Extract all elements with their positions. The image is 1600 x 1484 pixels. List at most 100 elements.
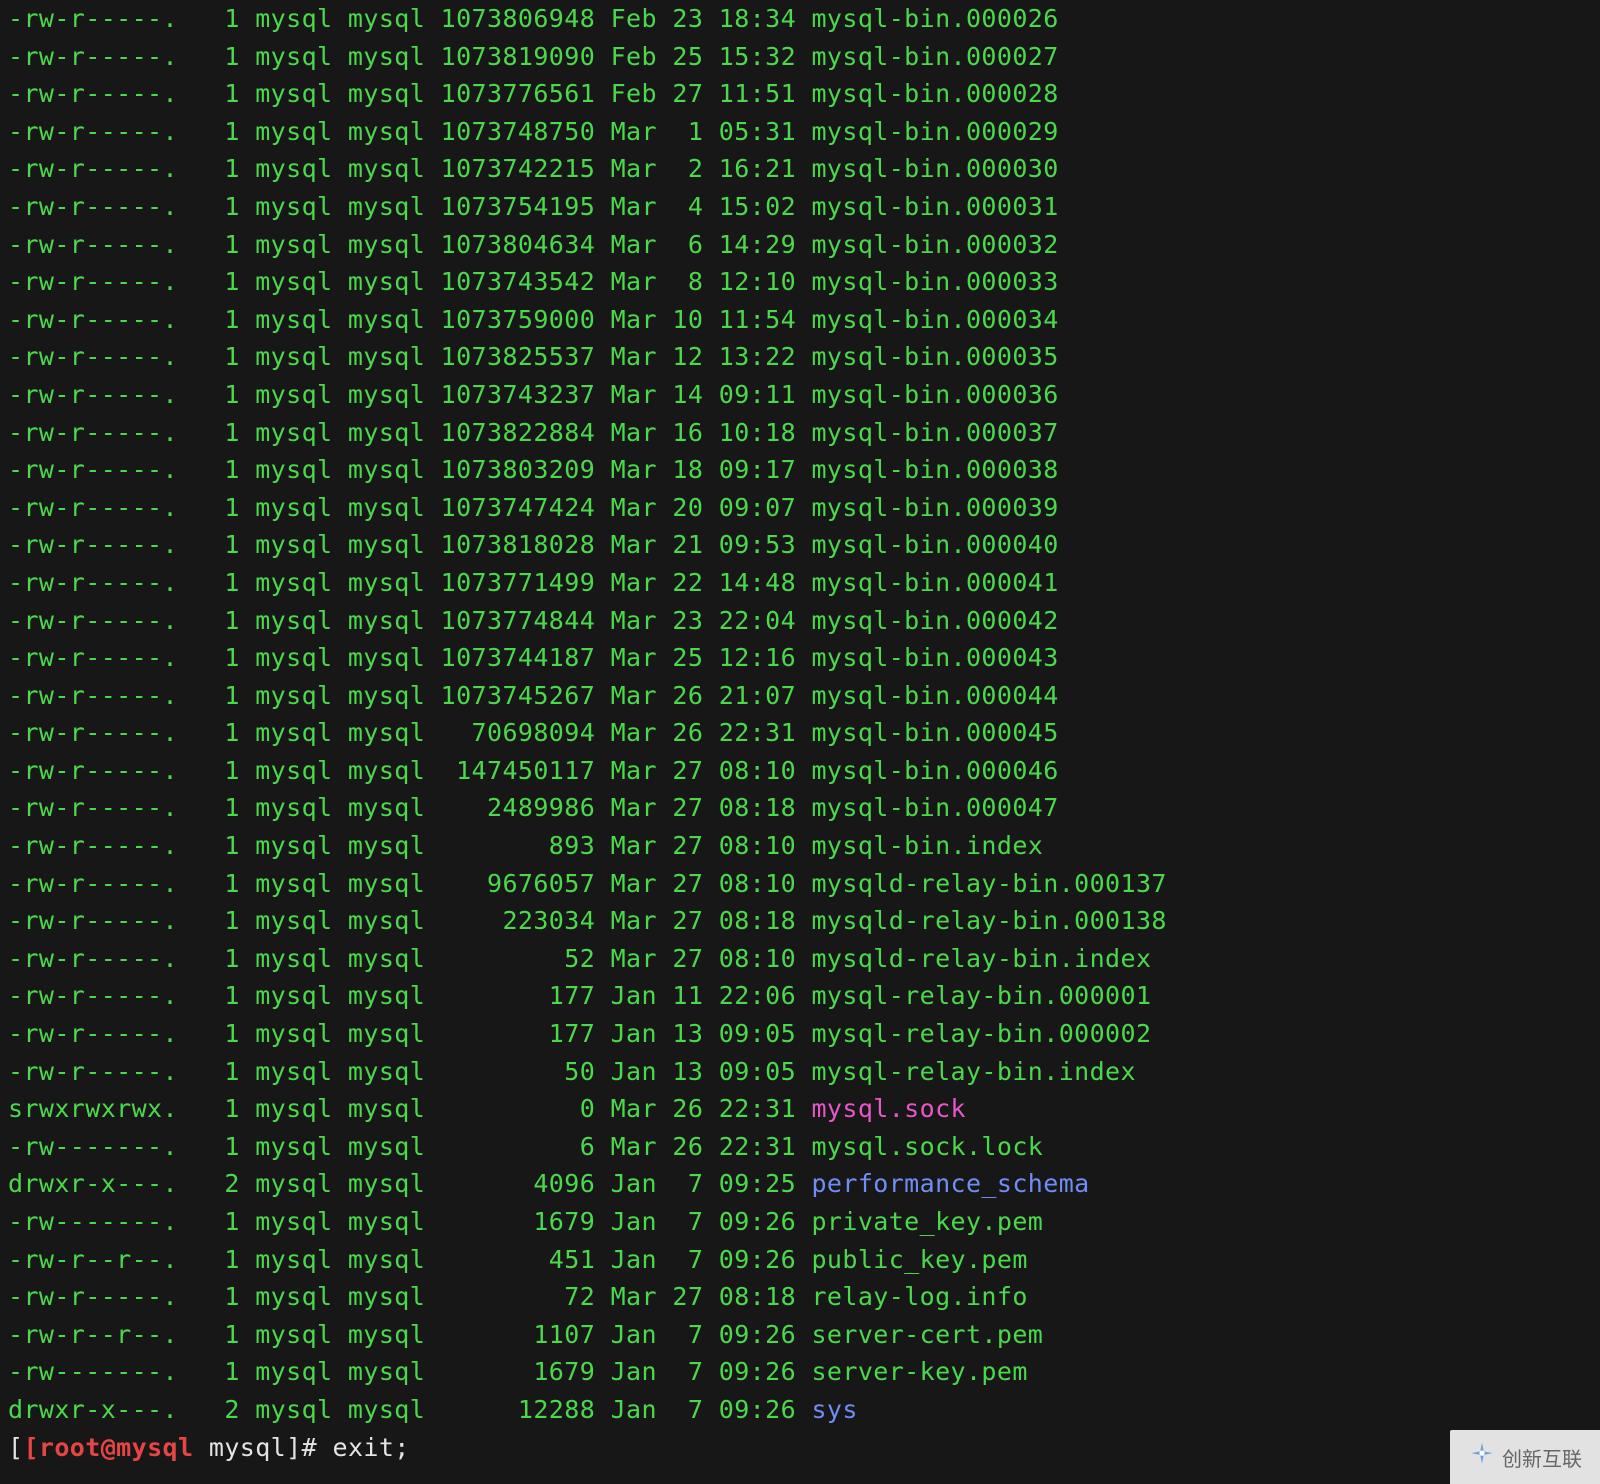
listing-filename: mysql-relay-bin.000002: [811, 1019, 1151, 1048]
listing-meta: -rw-r-----. 1 mysql mysql 893 Mar 27 08:…: [8, 831, 811, 860]
listing-meta: -rw-r-----. 1 mysql mysql 177 Jan 11 22:…: [8, 981, 811, 1010]
listing-meta: -rw-r-----. 1 mysql mysql 177 Jan 13 09:…: [8, 1019, 811, 1048]
listing-row: -rw-r-----. 1 mysql mysql 52 Mar 27 08:1…: [8, 940, 1592, 978]
listing-row: -rw-r-----. 1 mysql mysql 70698094 Mar 2…: [8, 714, 1592, 752]
listing-meta: -rw-r-----. 1 mysql mysql 1073806948 Feb…: [8, 4, 811, 33]
listing-meta: -rw-r-----. 1 mysql mysql 1073822884 Mar…: [8, 418, 811, 447]
listing-row: -rw-r-----. 1 mysql mysql 1073776561 Feb…: [8, 75, 1592, 113]
listing-filename: mysql-relay-bin.index: [811, 1057, 1135, 1086]
listing-row: -rw-r-----. 1 mysql mysql 1073748750 Mar…: [8, 113, 1592, 151]
listing-meta: -rw-r-----. 1 mysql mysql 1073804634 Mar…: [8, 230, 811, 259]
listing-meta: -rw-r-----. 1 mysql mysql 2489986 Mar 27…: [8, 793, 811, 822]
listing-meta: -rw-r-----. 1 mysql mysql 9676057 Mar 27…: [8, 869, 811, 898]
listing-row: -rw-r-----. 1 mysql mysql 177 Jan 13 09:…: [8, 1015, 1592, 1053]
prompt-close-bracket: ]#: [286, 1433, 332, 1462]
listing-row: -rw-r-----. 1 mysql mysql 147450117 Mar …: [8, 752, 1592, 790]
listing-filename: mysql-bin.000029: [811, 117, 1058, 146]
listing-filename: mysql-bin.000027: [811, 42, 1058, 71]
listing-row: drwxr-x---. 2 mysql mysql 4096 Jan 7 09:…: [8, 1165, 1592, 1203]
listing-meta: drwxr-x---. 2 mysql mysql 12288 Jan 7 09…: [8, 1395, 811, 1424]
prompt-cwd: mysql: [193, 1433, 286, 1462]
listing-filename: mysql-bin.000037: [811, 418, 1058, 447]
listing-row: -rw-r-----. 1 mysql mysql 1073804634 Mar…: [8, 226, 1592, 264]
listing-filename: mysql.sock: [811, 1094, 966, 1123]
listing-row: -rw-r-----. 1 mysql mysql 1073759000 Mar…: [8, 301, 1592, 339]
listing-filename: mysql-bin.000033: [811, 267, 1058, 296]
listing-row: -rw-r-----. 1 mysql mysql 72 Mar 27 08:1…: [8, 1278, 1592, 1316]
listing-meta: -rw-r-----. 1 mysql mysql 1073754195 Mar…: [8, 192, 811, 221]
listing-filename: relay-log.info: [811, 1282, 1027, 1311]
listing-meta: -rw-r-----. 1 mysql mysql 1073759000 Mar…: [8, 305, 811, 334]
listing-row: -rw-r-----. 1 mysql mysql 1073803209 Mar…: [8, 451, 1592, 489]
listing-row: -rw-r-----. 1 mysql mysql 1073745267 Mar…: [8, 677, 1592, 715]
listing-filename: mysql-bin.000038: [811, 455, 1058, 484]
listing-filename: sys: [811, 1395, 857, 1424]
listing-row: -rw-r-----. 1 mysql mysql 1073743542 Mar…: [8, 263, 1592, 301]
listing-row: -rw-r-----. 1 mysql mysql 1073822884 Mar…: [8, 414, 1592, 452]
listing-meta: -rw-r-----. 1 mysql mysql 52 Mar 27 08:1…: [8, 944, 811, 973]
listing-filename: server-cert.pem: [811, 1320, 1043, 1349]
listing-filename: mysql-bin.000043: [811, 643, 1058, 672]
listing-meta: -rw-r--r--. 1 mysql mysql 451 Jan 7 09:2…: [8, 1245, 811, 1274]
listing-row: -rw-r-----. 1 mysql mysql 1073825537 Mar…: [8, 338, 1592, 376]
listing-row: -rw-r--r--. 1 mysql mysql 1107 Jan 7 09:…: [8, 1316, 1592, 1354]
listing-row: -rw-r-----. 1 mysql mysql 1073744187 Mar…: [8, 639, 1592, 677]
listing-meta: -rw-r-----. 1 mysql mysql 1073747424 Mar…: [8, 493, 811, 522]
listing-filename: mysql-bin.000028: [811, 79, 1058, 108]
listing-filename: mysql-bin.000045: [811, 718, 1058, 747]
listing-filename: mysql-bin.000039: [811, 493, 1058, 522]
listing-meta: -rw-r-----. 1 mysql mysql 223034 Mar 27 …: [8, 906, 811, 935]
listing-row: -rw-r-----. 1 mysql mysql 1073743237 Mar…: [8, 376, 1592, 414]
listing-filename: mysql-bin.000041: [811, 568, 1058, 597]
watermark-logo-icon: [1468, 1440, 1496, 1474]
listing-filename: mysql-bin.000026: [811, 4, 1058, 33]
listing-meta: -rw-r-----. 1 mysql mysql 1073742215 Mar…: [8, 154, 811, 183]
listing-filename: public_key.pem: [811, 1245, 1027, 1274]
listing-meta: -rw-------. 1 mysql mysql 1679 Jan 7 09:…: [8, 1207, 811, 1236]
terminal-output[interactable]: -rw-r-----. 1 mysql mysql 1073806948 Feb…: [0, 0, 1600, 1466]
listing-meta: -rw-r-----. 1 mysql mysql 1073818028 Mar…: [8, 530, 811, 559]
listing-filename: mysql-bin.000044: [811, 681, 1058, 710]
listing-meta: -rw-------. 1 mysql mysql 1679 Jan 7 09:…: [8, 1357, 811, 1386]
listing-row: -rw-r-----. 1 mysql mysql 1073747424 Mar…: [8, 489, 1592, 527]
listing-filename: mysql-bin.index: [811, 831, 1043, 860]
listing-row: -rw-r--r--. 1 mysql mysql 451 Jan 7 09:2…: [8, 1241, 1592, 1279]
listing-row: -rw-r-----. 1 mysql mysql 50 Jan 13 09:0…: [8, 1053, 1592, 1091]
listing-meta: -rw-r-----. 1 mysql mysql 1073776561 Feb…: [8, 79, 811, 108]
listing-row: -rw-r-----. 1 mysql mysql 2489986 Mar 27…: [8, 789, 1592, 827]
listing-meta: -rw-r-----. 1 mysql mysql 1073748750 Mar…: [8, 117, 811, 146]
listing-meta: -rw-r-----. 1 mysql mysql 147450117 Mar …: [8, 756, 811, 785]
listing-meta: -rw-r-----. 1 mysql mysql 1073825537 Mar…: [8, 342, 811, 371]
listing-filename: mysql-bin.000030: [811, 154, 1058, 183]
listing-filename: mysqld-relay-bin.index: [811, 944, 1151, 973]
listing-row: -rw-------. 1 mysql mysql 1679 Jan 7 09:…: [8, 1203, 1592, 1241]
listing-row: -rw-r-----. 1 mysql mysql 893 Mar 27 08:…: [8, 827, 1592, 865]
listing-row: -rw-r-----. 1 mysql mysql 1073818028 Mar…: [8, 526, 1592, 564]
listing-row: srwxrwxrwx. 1 mysql mysql 0 Mar 26 22:31…: [8, 1090, 1592, 1128]
listing-filename: mysql-bin.000046: [811, 756, 1058, 785]
listing-row: -rw-------. 1 mysql mysql 6 Mar 26 22:31…: [8, 1128, 1592, 1166]
listing-meta: -rw-r-----. 1 mysql mysql 70698094 Mar 2…: [8, 718, 811, 747]
prompt-open-bracket: [: [8, 1433, 23, 1462]
listing-filename: mysqld-relay-bin.000138: [811, 906, 1166, 935]
listing-filename: mysql.sock.lock: [811, 1132, 1043, 1161]
listing-filename: mysql-bin.000040: [811, 530, 1058, 559]
listing-meta: drwxr-x---. 2 mysql mysql 4096 Jan 7 09:…: [8, 1169, 811, 1198]
listing-meta: -rw-------. 1 mysql mysql 6 Mar 26 22:31: [8, 1132, 811, 1161]
listing-row: -rw-r-----. 1 mysql mysql 1073771499 Mar…: [8, 564, 1592, 602]
listing-filename: mysql-bin.000035: [811, 342, 1058, 371]
listing-meta: -rw-r-----. 1 mysql mysql 50 Jan 13 09:0…: [8, 1057, 811, 1086]
listing-meta: -rw-r-----. 1 mysql mysql 1073743542 Mar…: [8, 267, 811, 296]
listing-filename: mysql-bin.000036: [811, 380, 1058, 409]
listing-meta: -rw-r-----. 1 mysql mysql 1073744187 Mar…: [8, 643, 811, 672]
prompt-command[interactable]: exit;: [333, 1433, 410, 1462]
listing-meta: -rw-r-----. 1 mysql mysql 72 Mar 27 08:1…: [8, 1282, 811, 1311]
shell-prompt[interactable]: [[root@mysql mysql]# exit;: [8, 1429, 1592, 1467]
listing-filename: server-key.pem: [811, 1357, 1027, 1386]
listing-filename: mysql-relay-bin.000001: [811, 981, 1151, 1010]
listing-row: drwxr-x---. 2 mysql mysql 12288 Jan 7 09…: [8, 1391, 1592, 1429]
listing-meta: -rw-r-----. 1 mysql mysql 1073819090 Feb…: [8, 42, 811, 71]
listing-meta: -rw-r--r--. 1 mysql mysql 1107 Jan 7 09:…: [8, 1320, 811, 1349]
watermark-badge: 创新互联: [1450, 1430, 1600, 1484]
watermark-text: 创新互联: [1502, 1443, 1582, 1472]
